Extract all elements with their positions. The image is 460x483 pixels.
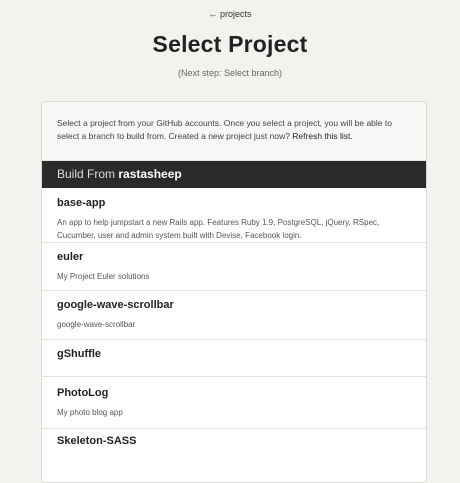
project-item-gshuffle[interactable]: gShuffle	[42, 340, 426, 377]
project-name: google-wave-scrollbar	[57, 299, 174, 311]
refresh-list-link[interactable]: Refresh this list.	[292, 131, 352, 141]
project-name: euler	[57, 251, 84, 263]
back-to-projects: ← projects	[0, 9, 460, 19]
build-from-user: rastasheep	[118, 167, 182, 181]
project-item-photolog[interactable]: PhotoLog My photo blog app	[42, 377, 426, 429]
next-step-hint: (Next step: Select branch)	[177, 68, 283, 78]
back-to-projects-link[interactable]: ← projects	[208, 9, 251, 19]
build-from-bar: Build From rastasheep	[42, 161, 426, 188]
project-item-euler[interactable]: euler My Project Euler solutions	[42, 243, 426, 291]
project-item-google-wave-scrollbar[interactable]: google-wave-scrollbar google-wave-scroll…	[42, 291, 426, 340]
intro-text: Select a project from your GitHub accoun…	[42, 102, 426, 161]
project-description: My Project Euler solutions	[57, 272, 150, 281]
project-name: gShuffle	[57, 348, 101, 360]
project-name: Skeleton-SASS	[57, 435, 137, 447]
project-description: An app to help jumpstart a new Rails app…	[57, 218, 380, 240]
project-description: google-wave-scrollbar	[57, 320, 136, 329]
project-item-base-app[interactable]: base-app An app to help jumpstart a new …	[42, 188, 426, 243]
build-from-label: Build From	[57, 167, 116, 181]
project-panel: Select a project from your GitHub accoun…	[41, 101, 427, 483]
project-name: PhotoLog	[57, 387, 109, 399]
page-title: Select Project	[152, 31, 308, 57]
project-name: base-app	[57, 197, 106, 209]
project-item-skeleton-sass[interactable]: Skeleton-SASS	[42, 429, 426, 469]
project-description: My photo blog app	[57, 408, 123, 417]
